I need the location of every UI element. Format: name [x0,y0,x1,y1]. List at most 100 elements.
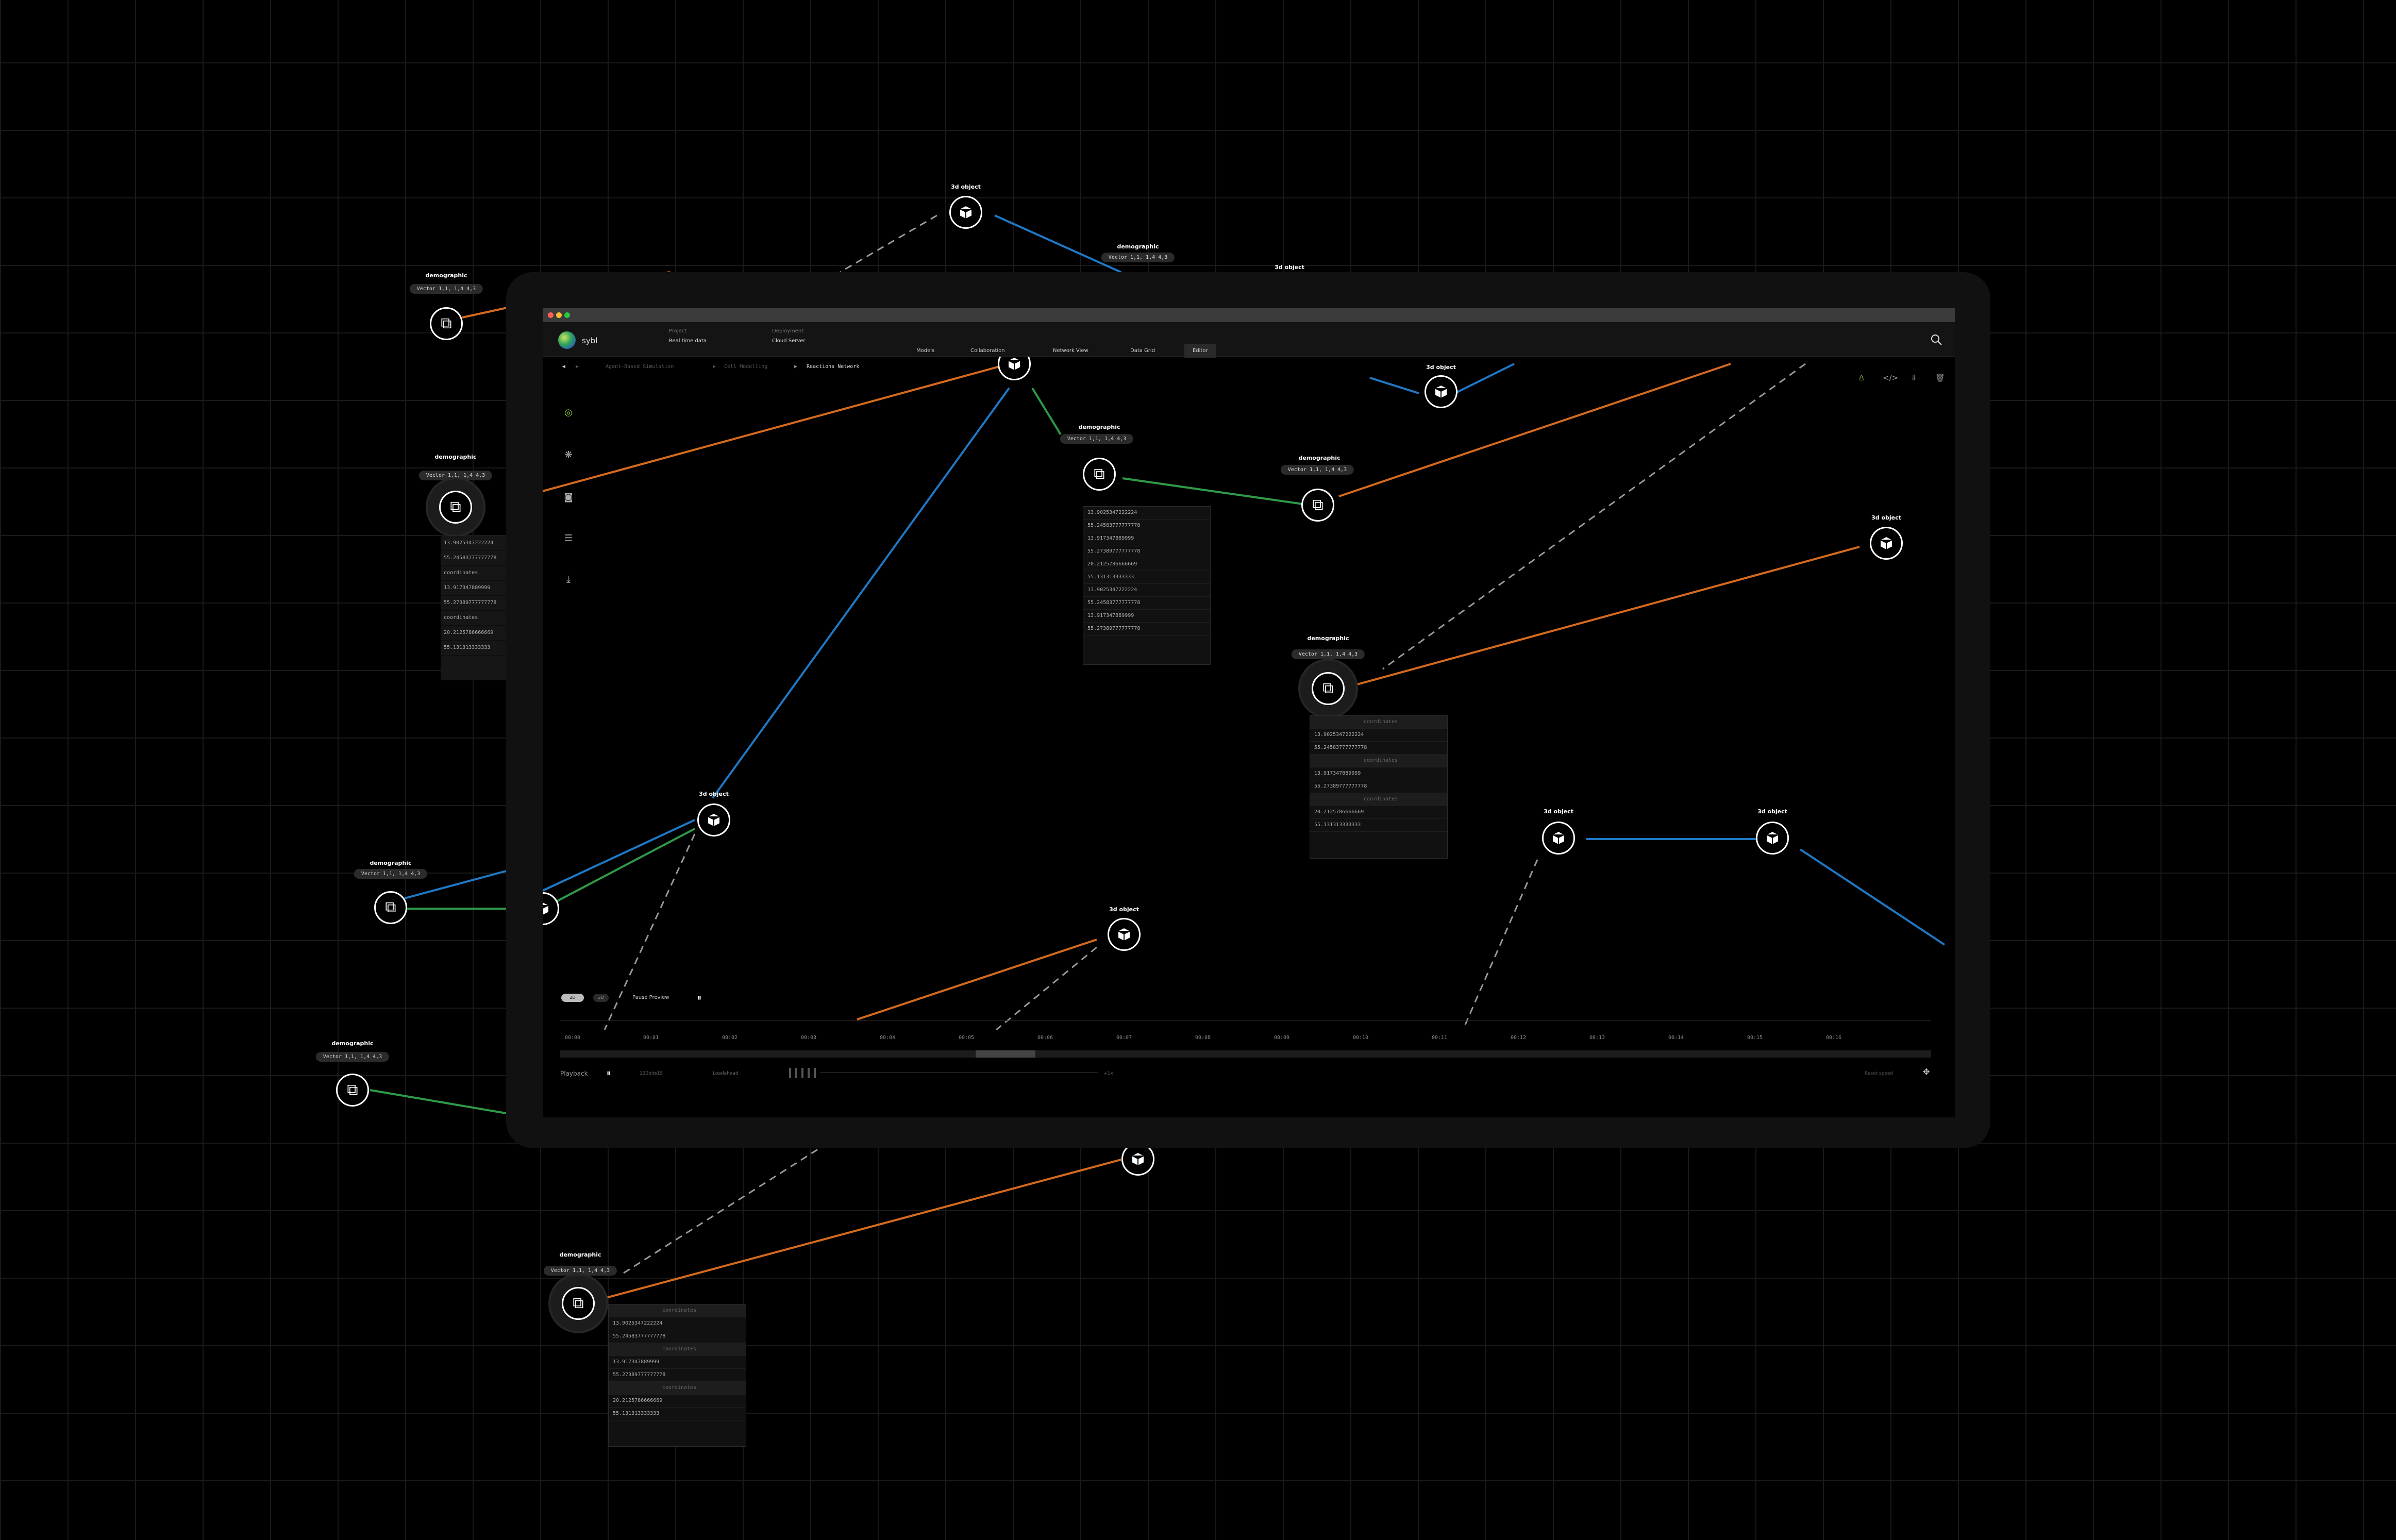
edge [370,1089,507,1114]
layers-icon: ⧉ [1094,465,1105,483]
badge-icon[interactable]: ◙ [561,490,576,504]
time-tick: 00:14 [1668,1035,1684,1041]
3d-object-node[interactable] [949,196,982,229]
tab-network-view[interactable]: Network View [1053,348,1088,354]
demographic-node[interactable]: ⧉ [1312,672,1345,705]
mode-3d-toggle[interactable]: 3D [593,994,609,1002]
node-label: demographic [1078,424,1120,430]
edge [840,214,937,273]
edge [592,1159,1121,1302]
vector-pill: Vector 1,1, 1,4 4,3 [315,1052,390,1062]
user-icon[interactable]: ♙ [1858,373,1865,382]
timeline-baseline [560,1020,1931,1021]
export-icon[interactable]: ⇩ [1911,373,1917,382]
gear-icon[interactable]: ❋ [561,447,576,462]
edge [1369,377,1419,394]
time-tick: 00:04 [879,1035,896,1041]
back-arrow-icon[interactable]: ◀ [562,364,565,370]
edge [1464,859,1538,1025]
edge [1799,848,1946,946]
3d-object-node[interactable] [697,804,730,836]
data-table: 13.9025347222224 55.24583777777778 13.91… [1083,506,1211,665]
time-tick: 00:03 [800,1035,817,1041]
demographic-node[interactable]: ⧉ [374,891,407,924]
cube-icon [1552,831,1565,845]
node-label: 3d object [1871,514,1901,521]
time-tick: 00:15 [1747,1035,1763,1041]
tab-collaboration[interactable]: Collaboration [970,348,1005,354]
code-icon[interactable]: </> [1883,373,1898,382]
layers-icon: ⧉ [1322,679,1334,697]
time-tick: 00:07 [1116,1035,1132,1041]
breadcrumb-item[interactable]: Cell Modelling [724,364,767,370]
app-header: sybl Project Real time data Deployment C… [543,322,1955,358]
target-icon[interactable]: ◎ [561,405,576,420]
scrubber-handle[interactable] [976,1050,1035,1058]
speed-slider[interactable] [789,1068,1098,1078]
reset-speed-button[interactable]: Reset speed [1865,1071,1893,1076]
time-tick: 00:01 [643,1035,659,1041]
time-tick: 00:16 [1825,1035,1842,1041]
pause-preview-label[interactable]: Pause Preview [632,995,669,1000]
breadcrumb-item[interactable]: Reactions Network [807,364,859,370]
breadcrumb: ◀ ▶ Agent-Based Simulation ▶ Cell Modell… [543,357,1955,377]
edge [1122,477,1321,508]
node-label: demographic [559,1251,601,1258]
trash-icon[interactable]: 🗑 [1935,373,1945,382]
edge [623,1147,820,1274]
project-selector[interactable]: Project Real time data [669,328,707,344]
tab-editor[interactable]: Editor [1184,344,1216,358]
edge [1031,387,1062,436]
forward-arrow-icon[interactable]: ▶ [576,364,579,370]
tab-data-grid[interactable]: Data Grid [1130,348,1155,354]
tab-models[interactable]: Models [916,348,934,354]
crosshair-icon[interactable]: ✥ [1923,1067,1930,1077]
speed-max-label: +1x [1103,1071,1113,1076]
node-label: 3d object [1275,264,1304,271]
mode-toggle[interactable]: 2D [561,994,584,1002]
timeline-scrubber[interactable] [560,1050,1931,1058]
demographic-node[interactable]: ⧉ [1301,489,1334,522]
pause-icon[interactable]: ⏸ [697,993,701,1003]
breadcrumb-item[interactable]: Agent-Based Simulation [606,364,674,370]
edge [543,819,695,892]
demographic-node[interactable]: ⧉ [430,307,463,340]
playback-pause-icon[interactable]: ⏸ [607,1068,611,1078]
layers-icon: ⧉ [441,314,452,332]
vector-pill: Vector 1,1, 1,4 4,3 [409,284,483,294]
layers-icon: ⧉ [347,1081,358,1099]
vector-pill: Vector 1,1, 1,4 4,3 [1101,253,1175,262]
3d-object-node[interactable] [1425,375,1457,408]
node-label: demographic [1298,455,1341,461]
cube-icon [707,813,721,827]
logo-icon [558,331,576,349]
3d-object-node[interactable] [1108,918,1141,951]
layers-icon: ⧉ [1312,496,1323,514]
demographic-node[interactable]: ⧉ [439,491,472,524]
download-icon[interactable]: ⤓ [561,572,576,587]
demographic-node[interactable]: ⧉ [1083,458,1116,491]
app-name: sybl [582,336,598,345]
3d-object-node[interactable] [1870,527,1903,560]
node-label: demographic [425,272,467,279]
demographic-node[interactable]: ⧉ [562,1287,595,1320]
node-label: 3d object [1544,808,1573,815]
node-label: 3d object [699,791,729,797]
cube-icon [1131,1152,1145,1166]
inner-connection-lines [543,363,1946,1031]
search-icon[interactable] [1930,333,1942,346]
database-icon[interactable]: ☰ [561,531,576,545]
edge [543,828,695,910]
vector-pill: Vector 1,1, 1,4 4,3 [543,1266,617,1276]
edge [604,833,696,1030]
deployment-selector[interactable]: Deployment Cloud Server [772,328,806,344]
demographic-node[interactable]: ⧉ [336,1074,369,1107]
playback-label: Playback [560,1070,588,1077]
3d-object-node[interactable] [1756,822,1789,855]
vector-pill: Vector 1,1, 1,4 4,3 [418,471,493,480]
3d-object-node[interactable] [1542,822,1575,855]
mode-value: Loadahead [713,1071,739,1076]
vector-pill: Vector 1,1, 1,4 4,3 [1291,649,1365,659]
cube-icon [1880,536,1893,550]
layers-icon: ⧉ [385,898,396,916]
